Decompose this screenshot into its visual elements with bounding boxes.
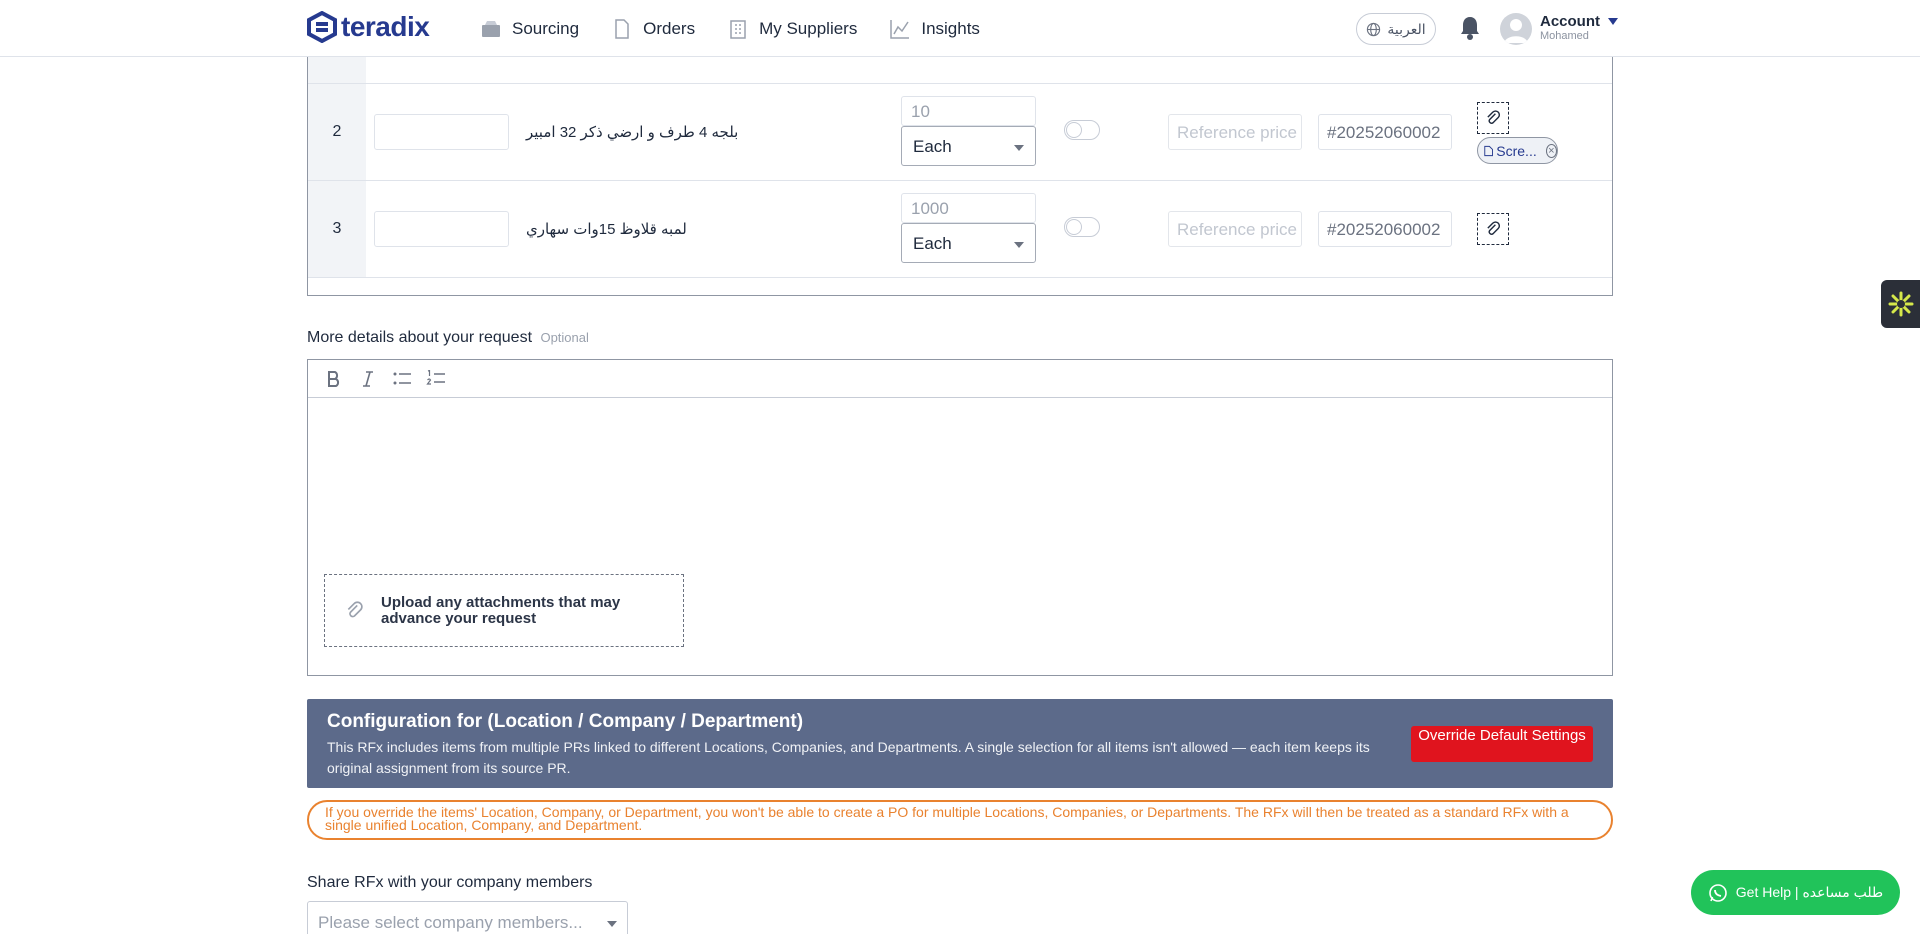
quantity-input[interactable]: 1000 — [901, 193, 1036, 223]
company-members-placeholder: Please select company members... — [318, 913, 583, 932]
caret-down-icon — [1608, 18, 1618, 25]
details-label: More details about your request Optional — [307, 329, 589, 347]
override-warning: If you override the items' Location, Com… — [307, 800, 1613, 840]
bullet-list-icon — [393, 372, 411, 384]
nav-insights[interactable]: Insights — [889, 18, 980, 40]
item-code-input[interactable] — [374, 211, 509, 247]
nav-orders[interactable]: Orders — [611, 18, 695, 40]
attached-file-name: Scre... — [1496, 142, 1537, 159]
account-user: Mohamed — [1540, 30, 1589, 42]
main-nav: Sourcing Orders My Suppliers Insights — [480, 0, 980, 57]
attach-file-button[interactable] — [1477, 213, 1509, 245]
override-default-settings-button[interactable]: Override Default Settings — [1411, 726, 1593, 762]
bell-icon[interactable] — [1458, 15, 1482, 41]
get-help-button[interactable]: Get Help | طلب مساعده — [1691, 870, 1900, 915]
account-name: Account — [1540, 13, 1618, 30]
quantity-input[interactable]: 10 — [901, 96, 1036, 126]
account-label: Account — [1540, 13, 1600, 30]
configuration-description: This RFx includes items from multiple PR… — [327, 739, 1370, 776]
file-icon — [1484, 145, 1493, 156]
remove-file-icon[interactable]: × — [1545, 143, 1557, 158]
optional-tag: Optional — [540, 330, 589, 345]
unit-select-value: Each — [913, 137, 952, 156]
attach-file-button[interactable] — [1477, 102, 1509, 134]
italic-button[interactable] — [356, 367, 380, 391]
logo-text: teradix — [341, 11, 430, 42]
teradix-logo[interactable]: teradix — [307, 11, 430, 43]
company-members-select[interactable]: Please select company members... — [307, 901, 628, 934]
table-row: 3 لمبه قلاوظ 15وات سهاري 1000 Each Refer… — [308, 181, 1612, 278]
language-switch-button[interactable]: العربية — [1356, 13, 1436, 45]
unit-select-value: Each — [913, 234, 952, 253]
paperclip-icon — [347, 600, 363, 617]
language-label: العربية — [1387, 20, 1426, 37]
numbered-list-button[interactable] — [424, 367, 448, 391]
bullet-list-button[interactable] — [390, 367, 414, 391]
bold-button[interactable] — [322, 367, 346, 391]
teradix-logo-icon — [307, 11, 337, 43]
upload-text: Upload any attachments that may advance … — [381, 593, 621, 627]
nav-sourcing-label: Sourcing — [512, 18, 580, 38]
globe-icon — [1367, 22, 1381, 36]
get-help-label: Get Help | طلب مساعده — [1735, 884, 1884, 900]
table-row: 2 بلجه 4 طرف و ارضي ذكر 32 امبير 10 Each… — [308, 84, 1612, 181]
item-code-input[interactable] — [374, 114, 509, 150]
configuration-title: Configuration for (Location / Company / … — [327, 711, 804, 732]
details-editor[interactable]: Upload any attachments that may advance … — [307, 359, 1613, 676]
paperclip-icon — [1486, 109, 1500, 124]
row-number: 3 — [308, 181, 366, 277]
toggle-knob — [1066, 219, 1082, 235]
configuration-banner: Configuration for (Location / Company / … — [307, 699, 1613, 788]
box-icon — [482, 20, 500, 37]
document-icon — [615, 18, 629, 39]
unit-select[interactable]: Each — [901, 223, 1036, 263]
items-table: 2 بلجه 4 طرف و ارضي ذكر 32 امبير 10 Each… — [307, 26, 1613, 296]
editor-toolbar — [308, 360, 1612, 398]
pr-number-field[interactable]: #20252060002 — [1318, 211, 1452, 247]
nav-orders-label: Orders — [643, 18, 696, 38]
paperclip-icon — [1486, 220, 1500, 235]
nav-my-suppliers[interactable]: My Suppliers — [727, 18, 857, 40]
unit-select[interactable]: Each — [901, 126, 1036, 166]
reference-price-input[interactable]: Reference price — [1168, 211, 1302, 247]
top-navigation-bar: teradix Sourcing Orders My Suppliers Ins… — [0, 0, 1920, 57]
chevron-down-icon — [607, 921, 617, 927]
chevron-down-icon — [1014, 242, 1024, 248]
nav-my-suppliers-label: My Suppliers — [759, 18, 858, 38]
building-icon — [730, 19, 746, 39]
item-toggle[interactable] — [1064, 120, 1100, 140]
numbered-list-icon — [426, 369, 445, 385]
bold-icon — [328, 370, 340, 387]
chart-icon — [890, 19, 910, 39]
user-icon — [1504, 19, 1528, 43]
sparkle-icon — [1888, 291, 1913, 317]
toggle-knob — [1066, 122, 1082, 138]
upload-attachments-area[interactable]: Upload any attachments that may advance … — [324, 574, 684, 647]
italic-icon — [363, 370, 373, 387]
reference-price-input[interactable]: Reference price — [1168, 114, 1302, 150]
whatsapp-icon — [1708, 883, 1727, 902]
chevron-down-icon — [1014, 145, 1024, 151]
pr-number-field[interactable]: #20252060002 — [1318, 114, 1452, 150]
row-number: 2 — [308, 84, 366, 180]
share-label: Share RFx with your company members — [307, 874, 593, 891]
side-widget-tab[interactable] — [1881, 280, 1920, 328]
account-menu[interactable]: Account Mohamed — [1540, 13, 1618, 42]
item-name: لمبه قلاوظ 15وات سهاري — [526, 221, 687, 238]
details-label-text: More details about your request — [307, 329, 533, 346]
nav-insights-label: Insights — [921, 18, 980, 38]
item-name: بلجه 4 طرف و ارضي ذكر 32 امبير — [526, 124, 739, 141]
avatar[interactable] — [1500, 13, 1532, 45]
attached-file-chip[interactable]: Scre... × — [1477, 137, 1558, 164]
item-toggle[interactable] — [1064, 217, 1100, 237]
nav-sourcing[interactable]: Sourcing — [480, 18, 579, 40]
